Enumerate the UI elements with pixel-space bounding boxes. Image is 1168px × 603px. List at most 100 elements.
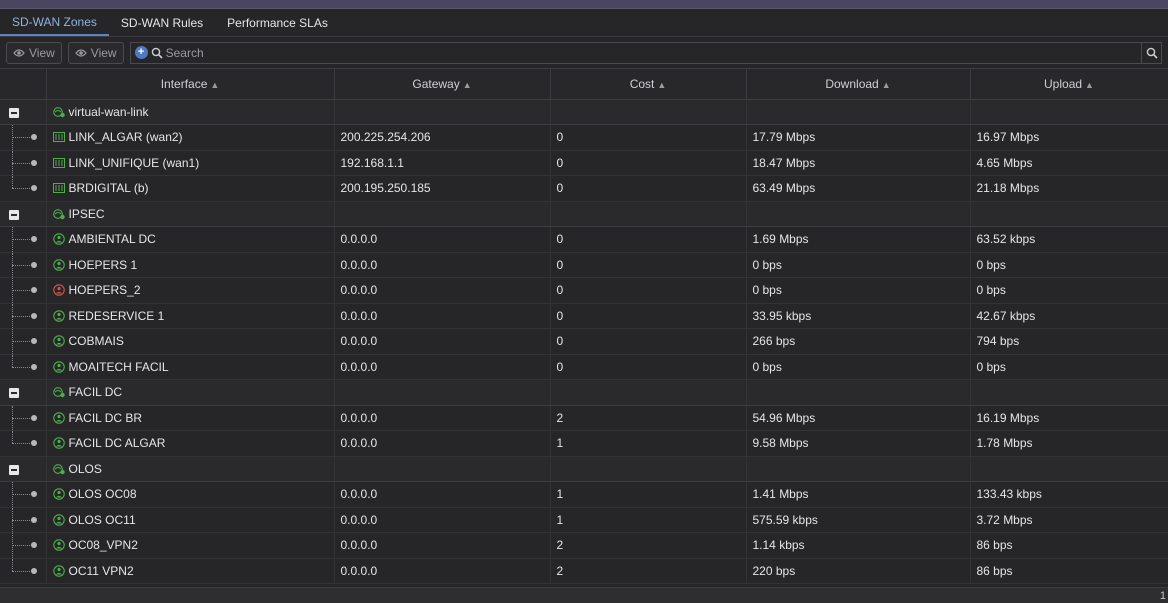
interface-cell: LINK_ALGAR (wan2) [46,124,335,151]
view-button[interactable]: View [6,41,62,64]
eye-icon [75,48,87,57]
table-row[interactable]: OLOS OC08 0.0.0.0 1 1.41 Mbps 133.43 kbps [0,481,1168,508]
interface-name: FACIL DC ALGAR [68,436,166,451]
column-header-label: Interface [160,76,208,91]
cost-cell: 0 [550,354,747,380]
table-row[interactable]: LINK_UNIFIQUE (wan1) 192.168.1.1 0 18.47 Mb… [0,150,1168,176]
download-cell: 54.96 Mbps [746,405,971,431]
interface-cell: REDESERVICE 1 [46,303,335,329]
interface-name: OC11 VPN2 [68,563,134,578]
download-cell: 1.69 Mbps [746,226,971,253]
column-header-label: Gateway [412,76,460,91]
tree-connector [0,277,47,304]
tab-sdwan-zones[interactable]: SD-WAN Zones [0,9,109,36]
tree-connector [0,124,47,151]
tab-bar: SD-WAN Zones SD-WAN Rules Performance SL… [0,9,1168,37]
sort-icon: ▲︎ [210,79,220,90]
collapse-cell[interactable] [0,99,47,125]
collapse-icon[interactable] [9,107,19,118]
table-row[interactable]: HOEPERS_2 0.0.0.0 0 0 bps 0 bps [0,277,1168,304]
column-header-cost[interactable]: Cost ▲︎ [550,69,747,100]
table-row[interactable]: HOEPERS 1 0.0.0.0 0 0 bps 0 bps [0,252,1168,278]
column-header-label: Cost [629,76,655,91]
table-row[interactable]: OC11 VPN2 0.0.0.0 2 220 bps 86 bps [0,558,1168,584]
column-header-gateway[interactable]: Gateway ▲︎ [334,69,551,100]
sort-icon: ▲︎ [881,79,891,90]
tree-connector [0,328,47,355]
tab-performance-slas[interactable]: Performance SLAs [215,9,340,36]
upload-cell: 4.65 Mbps [970,150,1168,176]
table-row[interactable]: COBMAIS 0.0.0.0 0 266 bps 794 bps [0,328,1168,355]
interface-name: AMBIENTAL DC [68,232,156,247]
search-button[interactable] [1141,42,1161,63]
port-icon [52,156,69,170]
collapse-icon[interactable] [9,464,19,475]
table-body: virtual-wan-link LINK_ALGAR (wan2) 200.225… [0,99,1168,584]
tree-connector [0,226,47,253]
column-header-interface[interactable]: Interface ▲︎ [46,69,335,100]
cost-cell: 0 [550,175,747,202]
cost-cell: 0 [550,124,747,151]
tunnel-up-icon [52,309,69,323]
tree-connector [0,354,47,380]
interface-name: OLOS OC08 [68,487,137,502]
upload-cell: 21.18 Mbps [970,175,1168,202]
upload-cell: 86 bps [970,558,1168,584]
upload-cell: 133.43 kbps [970,481,1168,508]
collapse-cell[interactable] [0,456,47,482]
gateway-cell: 200.195.250.185 [334,175,551,202]
upload-cell: 16.97 Mbps [970,124,1168,151]
gateway-cell: 0.0.0.0 [334,354,551,380]
download-cell: 33.95 kbps [746,303,971,329]
interface-cell: OLOS OC08 [46,481,335,508]
empty-cell [334,99,551,125]
collapse-cell[interactable] [0,379,47,406]
tree-connector [0,150,47,176]
table-row[interactable]: MOAITECH FACIL 0.0.0.0 0 0 bps 0 bps [0,354,1168,380]
collapse-cell[interactable] [0,201,47,227]
group-row[interactable]: virtual-wan-link [0,99,1168,125]
group-name-cell: OLOS [46,456,335,482]
search-icon [151,47,163,59]
table-row[interactable]: FACIL DC ALGAR 0.0.0.0 1 9.58 Mbps 1.78 Mbps [0,430,1168,457]
group-name: IPSEC [68,206,105,221]
tab-sdwan-rules[interactable]: SD-WAN Rules [109,9,215,36]
cost-cell: 2 [550,532,747,559]
interface-cell: AMBIENTAL DC [46,226,335,253]
cost-cell: 0 [550,328,747,355]
gateway-cell: 0.0.0.0 [334,303,551,329]
tunnel-up-icon [52,360,69,374]
cost-cell: 0 [550,277,747,304]
search-input[interactable] [165,45,1141,60]
gateway-cell: 0.0.0.0 [334,252,551,278]
download-cell: 17.79 Mbps [746,124,971,151]
group-row[interactable]: FACIL DC [0,379,1168,406]
add-filter-icon[interactable]: + [134,46,148,59]
table-row[interactable]: AMBIENTAL DC 0.0.0.0 0 1.69 Mbps 63.52 kbps [0,226,1168,253]
download-cell: 9.58 Mbps [746,430,971,457]
download-cell: 0 bps [746,354,971,380]
column-header-download[interactable]: Download ▲︎ [746,69,971,100]
group-row[interactable]: IPSEC [0,201,1168,227]
column-header-upload[interactable]: Upload ▲︎ [970,69,1168,100]
table-row[interactable]: REDESERVICE 1 0.0.0.0 0 33.95 kbps 42.67 kbp… [0,303,1168,329]
collapse-icon[interactable] [9,209,19,220]
collapse-icon[interactable] [9,388,19,398]
group-row[interactable]: OLOS [0,456,1168,482]
sdwan-zone-icon [52,385,69,399]
table-row[interactable]: OC08_VPN2 0.0.0.0 2 1.14 kbps 86 bps [0,532,1168,559]
empty-cell [550,456,747,482]
interface-name: FACIL DC BR [68,410,143,425]
table-row[interactable]: OLOS OC11 0.0.0.0 1 575.59 kbps 3.72 Mbps [0,507,1168,533]
table-row[interactable]: BRDIGITAL (b) 200.195.250.185 0 63.49 Mbps 2… [0,175,1168,202]
sdwan-zone-icon [52,462,69,476]
view-button-2[interactable]: View [67,41,124,64]
gateway-cell: 0.0.0.0 [334,405,551,431]
tree-connector [0,252,47,278]
empty-cell [746,201,971,227]
interface-name: REDESERVICE 1 [68,308,165,323]
tree-column-header [0,69,47,100]
table-row[interactable]: FACIL DC BR 0.0.0.0 2 54.96 Mbps 16.19 Mbps [0,405,1168,431]
search-icon [1146,47,1158,59]
table-row[interactable]: LINK_ALGAR (wan2) 200.225.254.206 0 17.79 M… [0,124,1168,151]
